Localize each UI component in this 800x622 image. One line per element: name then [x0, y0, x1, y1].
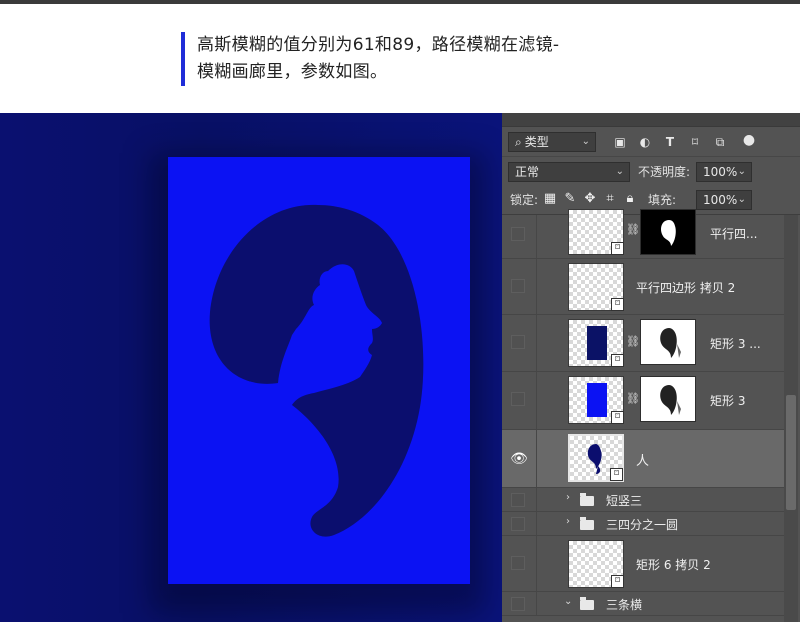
visibility-toggle[interactable]	[511, 392, 525, 406]
silhouette-shape	[209, 204, 424, 537]
layer-group-row[interactable]: › 三四分之一圆	[502, 512, 784, 536]
layer-name: 平行四...	[710, 227, 758, 241]
chevron-down-icon[interactable]: ⌄	[564, 596, 572, 607]
filter-kind-label: 类型	[524, 135, 549, 149]
layer-filter-row: ⌕ 类型 ⌄ ▣ ◐ T ⌑ ⧉ ●	[502, 127, 800, 157]
group-name: 三条横	[606, 598, 643, 612]
layer-thumbnail: ⌑	[568, 263, 624, 311]
layer-mask-thumbnail	[640, 376, 696, 422]
chevron-down-icon: ⌄	[615, 166, 624, 177]
visibility-toggle[interactable]	[511, 517, 525, 531]
caption-line-2: 模糊画廊里，参数如图。	[197, 62, 388, 82]
link-icon: ⛓︎	[626, 335, 640, 348]
opacity-value: 100%	[703, 165, 738, 179]
layer-name: 矩形 3	[710, 394, 746, 408]
photoshop-canvas[interactable]	[0, 113, 502, 622]
folder-open-icon	[580, 597, 594, 610]
visibility-toggle[interactable]	[511, 279, 525, 293]
link-icon: ⛓︎	[626, 223, 640, 236]
smart-object-icon: ⌑	[611, 242, 624, 255]
fill-input[interactable]: 100% ⌄	[696, 190, 752, 210]
smart-object-icon: ⌑	[611, 354, 624, 367]
chevron-down-icon: ⌄	[581, 136, 590, 147]
visibility-toggle[interactable]	[511, 556, 525, 570]
visibility-toggle[interactable]	[511, 227, 525, 241]
lock-artboard-icon[interactable]: ⌗	[602, 190, 618, 208]
layer-name: 平行四边形 拷贝 2	[636, 281, 736, 295]
layer-thumbnail: ⌑	[568, 434, 624, 482]
layer-name: 矩形 3 ...	[710, 337, 761, 351]
smart-object-icon: ⌑	[611, 298, 624, 311]
chevron-down-icon: ⌄	[737, 194, 746, 205]
layer-name: 人	[636, 454, 650, 469]
artboard[interactable]	[168, 157, 470, 584]
layer-thumbnail: ⌑	[568, 209, 624, 255]
filter-shape-icon[interactable]: ⌑	[688, 135, 702, 149]
layer-group-row[interactable]: › 短竖三	[502, 488, 784, 512]
link-icon: ⛓︎	[626, 392, 640, 405]
opacity-label: 不透明度:	[638, 165, 691, 179]
lock-transparent-icon[interactable]: ▦	[542, 190, 558, 208]
blend-mode-select[interactable]: 正常 ⌄	[508, 162, 630, 182]
layer-mask-thumbnail	[640, 209, 696, 255]
filter-smartobject-icon[interactable]: ⧉	[713, 135, 727, 149]
layer-name: 矩形 6 拷贝 2	[636, 558, 711, 572]
folder-icon	[580, 517, 594, 530]
chevron-right-icon[interactable]: ›	[566, 492, 570, 503]
layer-mask-thumbnail	[640, 319, 696, 365]
top-divider	[0, 0, 800, 4]
panel-tab-strip	[502, 113, 800, 127]
blend-row: 正常 ⌄ 不透明度: 100% ⌄	[502, 157, 800, 185]
visibility-toggle[interactable]	[511, 335, 525, 349]
fill-value: 100%	[703, 193, 738, 207]
layer-thumbnail: ⌑	[568, 540, 624, 588]
group-name: 三四分之一圆	[606, 518, 679, 532]
visibility-toggle[interactable]	[511, 597, 525, 611]
filter-text-icon[interactable]: T	[663, 135, 677, 149]
lock-position-icon[interactable]: ✥	[582, 190, 598, 208]
layer-group-row[interactable]: ⌄ 三条横	[502, 592, 784, 616]
lock-paint-icon[interactable]: ✎	[562, 190, 578, 208]
layers-panel: ⌕ 类型 ⌄ ▣ ◐ T ⌑ ⧉ ● 正常 ⌄ 不透明度: 100% ⌄ 锁定: ▦ ✎…	[502, 113, 800, 622]
visibility-toggle[interactable]	[511, 493, 525, 507]
caption-block: 高斯模糊的值分别为61和89，路径模糊在滤镜- 模糊画廊里，参数如图。	[181, 32, 621, 86]
layer-row-selected[interactable]: 👁︎ ⌑ 人	[502, 430, 784, 488]
filter-pixel-icon[interactable]: ▣	[613, 135, 627, 149]
fill-label: 填充:	[648, 193, 677, 207]
search-icon: ⌕	[515, 135, 522, 149]
chevron-right-icon[interactable]: ›	[566, 516, 570, 527]
face-silhouette-figure	[209, 204, 424, 537]
group-name: 短竖三	[606, 494, 643, 508]
layer-thumbnail: ⌑	[568, 319, 624, 367]
filter-adjustment-icon[interactable]: ◐	[638, 135, 652, 149]
lock-label: 锁定:	[510, 193, 539, 207]
lock-all-icon[interactable]: 🔒︎	[622, 190, 638, 208]
folder-icon	[580, 493, 594, 506]
layer-row[interactable]: ⌑ ⛓︎ 平行四...	[502, 209, 784, 259]
layer-row[interactable]: ⌑ ⛓︎ 矩形 3	[502, 372, 784, 430]
opacity-input[interactable]: 100% ⌄	[696, 162, 752, 182]
smart-object-icon: ⌑	[611, 575, 624, 588]
layer-row[interactable]: ⌑ 平行四边形 拷贝 2	[502, 259, 784, 315]
smart-object-icon: ⌑	[610, 468, 623, 481]
filter-kind-select[interactable]: ⌕ 类型 ⌄	[508, 132, 596, 152]
filter-toggle-icon[interactable]: ●	[742, 133, 756, 147]
layer-thumbnail: ⌑	[568, 376, 624, 424]
layers-scrollbar-thumb[interactable]	[786, 395, 796, 510]
caption-line-1: 高斯模糊的值分别为61和89，路径模糊在滤镜-	[197, 35, 560, 55]
layer-row[interactable]: ⌑ 矩形 6 拷贝 2	[502, 536, 784, 592]
layer-row[interactable]: ⌑ ⛓︎ 矩形 3 ...	[502, 315, 784, 372]
eye-icon[interactable]: 👁︎	[510, 452, 528, 466]
chevron-down-icon: ⌄	[737, 166, 746, 177]
smart-object-icon: ⌑	[611, 411, 624, 424]
blend-mode-label: 正常	[515, 165, 540, 179]
